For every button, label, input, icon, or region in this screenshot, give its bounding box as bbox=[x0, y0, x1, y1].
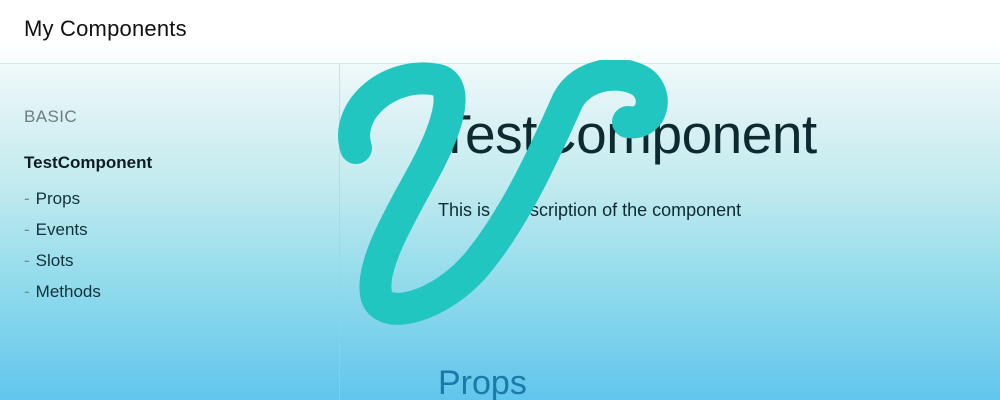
sidebar-item-label: Props bbox=[35, 189, 81, 208]
sidebar: BASIC TestComponent - Props - Events - S… bbox=[0, 64, 340, 400]
sidebar-item-label: Events bbox=[35, 220, 88, 239]
dash-marker: - bbox=[24, 251, 30, 270]
app-title: My Components bbox=[24, 16, 187, 41]
top-bar: My Components bbox=[0, 0, 1000, 64]
sidebar-item-props[interactable]: - Props bbox=[24, 189, 101, 220]
page-title: TestComponent bbox=[438, 103, 817, 165]
sidebar-item-label: Methods bbox=[35, 282, 101, 301]
sidebar-item-testcomponent[interactable]: TestComponent bbox=[24, 153, 152, 173]
sidebar-subnav: - Props - Events - Slots - Methods bbox=[24, 189, 101, 313]
dash-marker: - bbox=[24, 189, 30, 208]
main-content: TestComponent This is a description of t… bbox=[340, 64, 1000, 400]
component-description: This is a description of the component bbox=[438, 200, 742, 220]
sidebar-item-label: Slots bbox=[35, 251, 74, 270]
dash-marker: - bbox=[24, 220, 30, 239]
dash-marker: - bbox=[24, 282, 30, 301]
sidebar-item-events[interactable]: - Events bbox=[24, 220, 101, 251]
sidebar-item-slots[interactable]: - Slots bbox=[24, 251, 101, 282]
sidebar-item-methods[interactable]: - Methods bbox=[24, 282, 101, 313]
props-heading: Props bbox=[438, 364, 527, 400]
section-label-basic: BASIC bbox=[24, 107, 78, 126]
